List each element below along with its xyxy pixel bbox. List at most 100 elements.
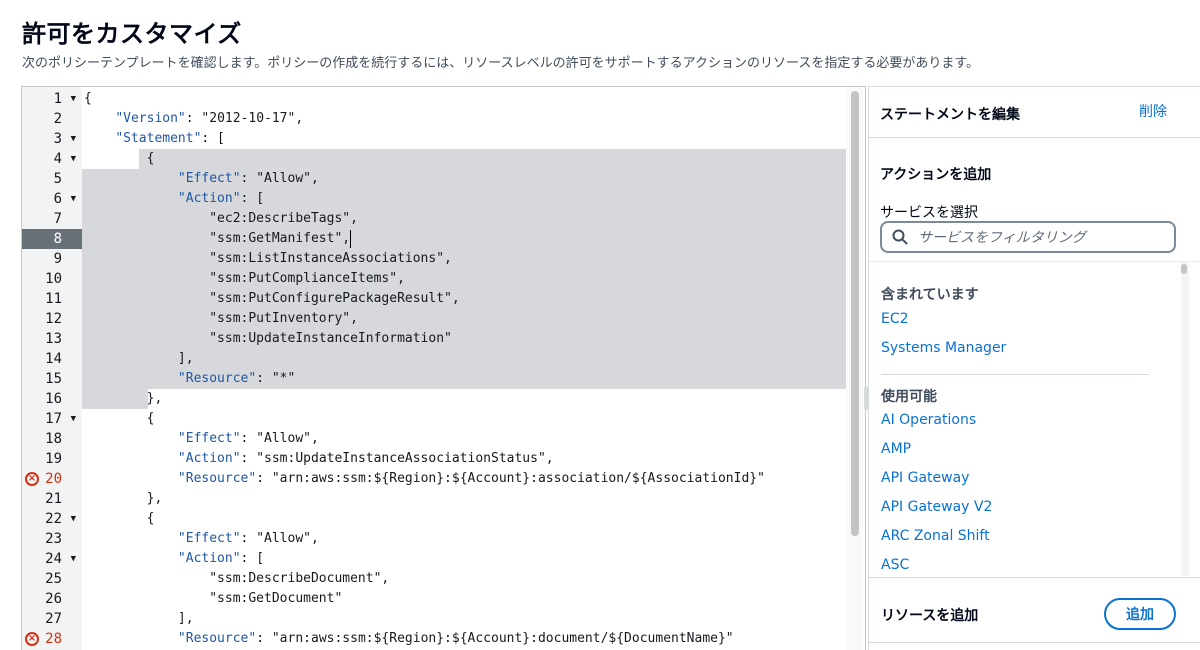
line-number-text: 26 bbox=[45, 591, 62, 607]
code-line: "Action": "ssm:UpdateInstanceAssociation… bbox=[177, 451, 554, 466]
code-line: "ec2:DescribeTags", bbox=[84, 211, 358, 226]
fold-toggle-icon[interactable]: ▼ bbox=[71, 509, 76, 529]
code-line: "ssm:UpdateInstanceInformation" bbox=[84, 331, 452, 346]
line-number-text: 25 bbox=[45, 571, 62, 587]
code-line: ], bbox=[84, 351, 194, 366]
line-number: 17 ▼ bbox=[22, 409, 82, 429]
code-line: "ssm:PutConfigurePackageResult", bbox=[84, 291, 460, 306]
text-cursor bbox=[350, 230, 352, 248]
code-line: ], bbox=[84, 611, 194, 626]
selection-highlight bbox=[139, 149, 846, 169]
editor-scrollbar-thumb[interactable] bbox=[851, 91, 859, 536]
fold-toggle-icon[interactable]: ▼ bbox=[71, 89, 76, 109]
line-number-text: 24 bbox=[45, 551, 62, 567]
error-icon[interactable]: × bbox=[25, 472, 39, 486]
panel-header: ステートメントを編集 削除 bbox=[869, 87, 1200, 137]
service-list-scrollbar-thumb[interactable] bbox=[1181, 264, 1187, 274]
line-number-text: 27 bbox=[45, 611, 62, 627]
line-number-text: 8 bbox=[53, 231, 62, 247]
fold-toggle-icon[interactable]: ▼ bbox=[71, 189, 76, 209]
delete-statement-link[interactable]: 削除 bbox=[1139, 101, 1167, 121]
error-icon[interactable]: × bbox=[25, 632, 39, 646]
line-number-text: 1 bbox=[53, 91, 62, 107]
line-number-text: 22 bbox=[45, 511, 62, 527]
code-area[interactable]: { "Version": "2012-10-17", "Statement": … bbox=[82, 87, 847, 650]
line-number: 23 bbox=[22, 529, 82, 549]
service-link-arc-zonal-shift[interactable]: ARC Zonal Shift bbox=[881, 528, 990, 544]
line-number-text: 23 bbox=[45, 531, 62, 547]
code-line: "Effect": "Allow", bbox=[177, 531, 319, 546]
statement-edit-panel: ステートメントを編集 削除 アクションを追加 サービスを選択 含まれています E… bbox=[868, 86, 1200, 650]
code-line: "Version": "2012-10-17", bbox=[115, 111, 304, 126]
service-link-ai-operations[interactable]: AI Operations bbox=[881, 412, 976, 428]
code-line: { bbox=[84, 151, 155, 166]
line-number: 1 ▼ bbox=[22, 89, 82, 109]
service-list-scrollbar-track[interactable] bbox=[1181, 262, 1189, 576]
line-number: 14 bbox=[22, 349, 82, 369]
code-line: }, bbox=[84, 391, 163, 406]
service-link-asc[interactable]: ASC bbox=[881, 557, 909, 573]
code-line: "ssm:DescribeDocument", bbox=[84, 571, 390, 586]
service-link-systems-manager[interactable]: Systems Manager bbox=[881, 340, 1006, 356]
divider bbox=[869, 642, 1200, 643]
code-line: "ssm:PutComplianceItems", bbox=[84, 271, 405, 286]
line-number: 22 ▼ bbox=[22, 509, 82, 529]
line-number-text: 14 bbox=[45, 351, 62, 367]
fold-toggle-icon[interactable]: ▼ bbox=[71, 129, 76, 149]
service-search-box[interactable] bbox=[880, 221, 1176, 253]
code-line: "Statement": [ bbox=[115, 131, 225, 146]
line-number-text: 12 bbox=[45, 311, 62, 327]
code-line: "ssm:PutInventory", bbox=[84, 311, 358, 326]
line-number-text: 16 bbox=[45, 391, 62, 407]
line-number: 28 × bbox=[22, 629, 82, 649]
line-number: 2 bbox=[22, 109, 82, 129]
line-number: 27 bbox=[22, 609, 82, 629]
line-number-text: 20 bbox=[45, 471, 62, 487]
line-number: 11 bbox=[22, 289, 82, 309]
add-resource-section: リソースを追加 追加 bbox=[869, 577, 1200, 650]
code-line: "ssm:ListInstanceAssociations", bbox=[84, 251, 452, 266]
line-number: 13 bbox=[22, 329, 82, 349]
line-number-text: 28 bbox=[45, 631, 62, 647]
line-number: 26 bbox=[22, 589, 82, 609]
code-line: "Effect": "Allow", bbox=[177, 431, 319, 446]
select-service-label: サービスを選択 bbox=[880, 205, 978, 221]
add-resource-title: リソースを追加 bbox=[881, 608, 979, 624]
line-number: 6 ▼ bbox=[22, 189, 82, 209]
line-number-text: 4 bbox=[53, 151, 62, 167]
included-group-label: 含まれています bbox=[881, 287, 979, 303]
line-number: 5 bbox=[22, 169, 82, 189]
service-link-api-gateway-v2[interactable]: API Gateway V2 bbox=[881, 499, 992, 515]
code-line: { bbox=[84, 91, 92, 106]
line-number: 21 bbox=[22, 489, 82, 509]
code-line: "Action": [ bbox=[177, 551, 265, 566]
code-line: "Effect": "Allow", bbox=[177, 171, 319, 186]
add-action-title: アクションを追加 bbox=[880, 167, 992, 183]
fold-toggle-icon[interactable]: ▼ bbox=[71, 409, 76, 429]
page-description: 次のポリシーテンプレートを確認します。ポリシーの作成を続行するには、リソースレベ… bbox=[22, 56, 980, 71]
page-title: 許可をカスタマイズ bbox=[22, 20, 242, 48]
line-number: 25 bbox=[22, 569, 82, 589]
line-number-text: 13 bbox=[45, 331, 62, 347]
code-line: "ssm:GetDocument" bbox=[84, 591, 343, 606]
group-divider bbox=[881, 374, 1149, 375]
fold-toggle-icon[interactable]: ▼ bbox=[71, 149, 76, 169]
line-number: 4 ▼ bbox=[22, 149, 82, 169]
service-link-amp[interactable]: AMP bbox=[881, 441, 911, 457]
service-link-api-gateway[interactable]: API Gateway bbox=[881, 470, 969, 486]
service-search-input[interactable] bbox=[918, 227, 1168, 247]
policy-json-editor[interactable]: 1 ▼ 2 3 ▼ 4 ▼ 5 6 ▼ 7 8 9 10 11 12 13 14 15 16 17 ▼ 18 19 20 × 21 2… bbox=[21, 86, 866, 650]
line-number: 10 bbox=[22, 269, 82, 289]
fold-toggle-icon[interactable]: ▼ bbox=[71, 549, 76, 569]
line-number: 8 bbox=[22, 229, 82, 249]
code-line: "Action": [ bbox=[177, 191, 265, 206]
code-line: { bbox=[84, 411, 155, 426]
line-number-text: 10 bbox=[45, 271, 62, 287]
service-link-ec2[interactable]: EC2 bbox=[881, 311, 909, 327]
add-resource-button[interactable]: 追加 bbox=[1104, 598, 1176, 630]
line-number: 24 ▼ bbox=[22, 549, 82, 569]
line-number: 9 bbox=[22, 249, 82, 269]
available-group-label: 使用可能 bbox=[881, 389, 937, 405]
line-number: 19 bbox=[22, 449, 82, 469]
line-number-gutter: 1 ▼ 2 3 ▼ 4 ▼ 5 6 ▼ 7 8 9 10 11 12 13 14 15 16 17 ▼ 18 19 20 × 21 2… bbox=[22, 87, 82, 650]
